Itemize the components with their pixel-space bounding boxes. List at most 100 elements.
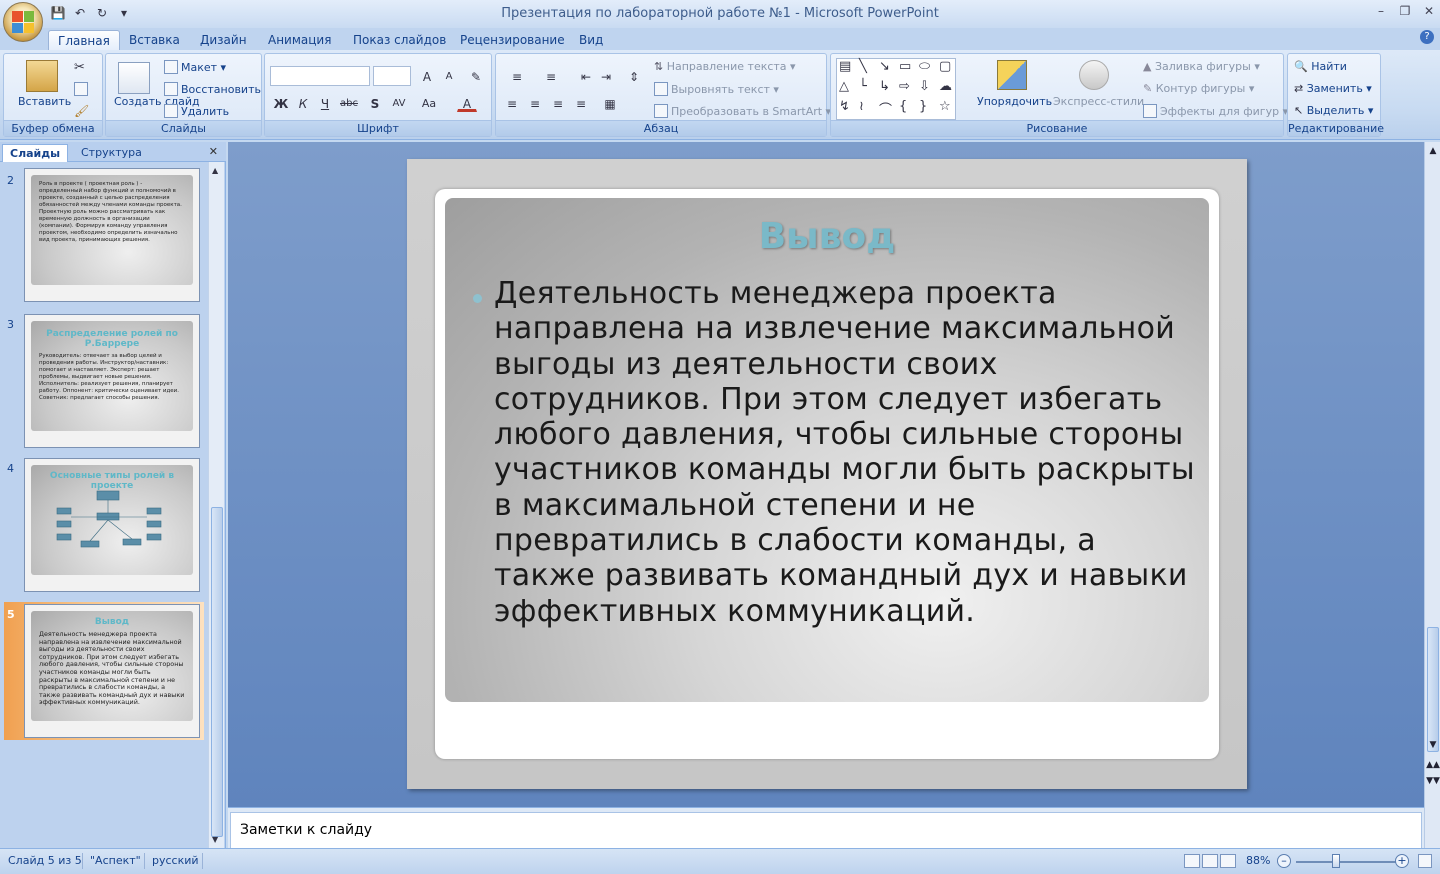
shapes-gallery[interactable]: ▤ ╲ ↘ ▭ ⬭ ▢ △ └ ↳ ⇨ ⇩ ☁ ↯ ≀ ⌒ { } ☆ — [836, 58, 956, 120]
right-brace-shape-icon[interactable]: } — [919, 99, 927, 114]
reset-button[interactable]: Восстановить — [164, 82, 261, 96]
elbow-arrow-shape-icon[interactable]: ↳ — [879, 79, 890, 94]
lightning-shape-icon[interactable]: ↯ — [839, 99, 850, 114]
slide-thumbnail-5[interactable]: Вывод Деятельность менеджера проекта нап… — [24, 604, 200, 738]
italic-button[interactable]: К — [293, 94, 313, 112]
slide-thumbnail-2[interactable]: Роль в проекте ( проектная роль ) - опре… — [24, 168, 200, 302]
oval-shape-icon[interactable]: ⬭ — [919, 59, 930, 74]
thumbnail-scrollbar[interactable]: ▲ ▼ — [208, 162, 224, 848]
shape-fill-button[interactable]: ▲ Заливка фигуры ▾ — [1143, 60, 1260, 73]
align-text-button[interactable]: Выровнять текст ▾ — [654, 82, 779, 96]
align-right-icon[interactable]: ≡ — [548, 94, 568, 112]
editor-scrollbar[interactable]: ▲ ▼ ▲▲ ▼▼ — [1424, 142, 1440, 848]
zoom-slider[interactable] — [1296, 861, 1396, 863]
align-left-icon[interactable]: ≡ — [502, 94, 522, 112]
bullets-icon[interactable]: ≡ — [502, 67, 532, 85]
zoom-level[interactable]: 88% — [1246, 854, 1270, 867]
font-color-button[interactable]: A — [457, 94, 477, 112]
tab-outline[interactable]: Структура — [74, 144, 149, 162]
slideshow-view-icon[interactable] — [1220, 854, 1236, 868]
scroll-up-icon[interactable]: ▲ — [212, 166, 218, 175]
textbox-shape-icon[interactable]: ▤ — [839, 59, 851, 74]
select-button[interactable]: ↖ Выделить ▾ — [1294, 104, 1373, 117]
grow-font-button[interactable]: A — [417, 67, 437, 85]
char-spacing-button[interactable]: AV — [389, 94, 409, 112]
underline-button[interactable]: Ч — [315, 94, 335, 112]
slide-thumbnail-4[interactable]: Основные типы ролей в проекте — [24, 458, 200, 592]
quick-styles-button[interactable]: Экспресс-стили — [1053, 95, 1144, 108]
tab-insert[interactable]: Вставка — [120, 30, 189, 50]
arrange-button[interactable]: Упорядочить — [977, 95, 1052, 108]
increase-indent-icon[interactable]: ⇥ — [596, 67, 616, 85]
tab-slideshow[interactable]: Показ слайдов — [344, 30, 455, 50]
delete-slide-button[interactable]: Удалить — [164, 104, 229, 118]
rectangle-shape-icon[interactable]: ▭ — [899, 59, 911, 74]
callout-shape-icon[interactable]: ☁ — [939, 79, 952, 94]
arc-shape-icon[interactable]: ⌒ — [879, 99, 892, 118]
replace-button[interactable]: ⇄ Заменить ▾ — [1294, 82, 1372, 95]
scrollbar-thumb[interactable] — [1427, 627, 1439, 752]
slide-thumbnail-3[interactable]: Распределение ролей по Р.Баррере Руковод… — [24, 314, 200, 448]
format-painter-icon[interactable]: 🖌 — [74, 104, 89, 118]
elbow-connector-shape-icon[interactable]: └ — [859, 79, 867, 94]
copy-icon[interactable] — [74, 82, 91, 96]
right-arrow-shape-icon[interactable]: ⇨ — [899, 79, 910, 94]
shrink-font-button[interactable]: A — [439, 67, 459, 85]
clear-format-icon[interactable]: ✎ — [466, 67, 486, 85]
tab-view[interactable]: Вид — [570, 30, 612, 50]
justify-icon[interactable]: ≡ — [571, 94, 591, 112]
line-shape-icon[interactable]: ╲ — [859, 59, 867, 74]
down-arrow-shape-icon[interactable]: ⇩ — [919, 79, 930, 94]
decrease-indent-icon[interactable]: ⇤ — [576, 67, 596, 85]
normal-view-icon[interactable] — [1184, 854, 1200, 868]
zoom-out-icon[interactable]: – — [1277, 854, 1291, 868]
triangle-shape-icon[interactable]: △ — [839, 79, 849, 94]
arrow-line-shape-icon[interactable]: ↘ — [879, 59, 890, 74]
shape-effects-button[interactable]: Эффекты для фигур ▾ — [1143, 104, 1288, 118]
paste-button[interactable]: Вставить — [18, 95, 71, 108]
font-name-combo[interactable] — [270, 66, 370, 86]
line-spacing-icon[interactable]: ⇕ — [620, 67, 648, 85]
slide-body-text[interactable]: Деятельность менеджера проекта направлен… — [494, 276, 1204, 629]
next-slide-icon[interactable]: ▼▼ — [1425, 776, 1440, 786]
scrollbar-thumb[interactable] — [211, 507, 223, 837]
star-shape-icon[interactable]: ☆ — [939, 99, 951, 114]
pane-close-icon[interactable]: ✕ — [209, 145, 218, 158]
find-button[interactable]: 🔍 Найти — [1294, 60, 1347, 73]
rounded-rect-shape-icon[interactable]: ▢ — [939, 59, 951, 74]
notes-input[interactable]: Заметки к слайду — [230, 812, 1422, 849]
columns-icon[interactable]: ▦ — [596, 94, 624, 112]
change-case-button[interactable]: Aa — [419, 94, 439, 112]
strikethrough-button[interactable]: abc — [339, 94, 359, 112]
numbering-icon[interactable]: ≡ — [536, 67, 566, 85]
text-direction-button[interactable]: ⇅ Направление текста ▾ — [654, 60, 796, 73]
shadow-button[interactable]: S — [365, 94, 385, 112]
tab-review[interactable]: Рецензирование — [451, 30, 574, 50]
previous-slide-icon[interactable]: ▲▲ — [1425, 760, 1440, 770]
curve-shape-icon[interactable]: ≀ — [859, 99, 864, 114]
close-icon[interactable]: ✕ — [1422, 4, 1436, 18]
help-icon[interactable]: ? — [1420, 30, 1434, 44]
language[interactable]: русский — [152, 854, 199, 867]
slide-canvas[interactable]: Вывод Деятельность менеджера проекта нап… — [407, 159, 1247, 789]
slide-sorter-icon[interactable] — [1202, 854, 1218, 868]
tab-slides[interactable]: Слайды — [2, 144, 69, 162]
tab-design[interactable]: Дизайн — [191, 30, 256, 50]
scroll-down-icon[interactable]: ▼ — [1425, 740, 1440, 750]
left-brace-shape-icon[interactable]: { — [899, 99, 907, 114]
scroll-down-icon[interactable]: ▼ — [212, 835, 218, 844]
zoom-slider-handle[interactable] — [1332, 854, 1340, 868]
office-button[interactable] — [3, 2, 43, 42]
smartart-button[interactable]: Преобразовать в SmartArt ▾ — [654, 104, 831, 118]
zoom-in-icon[interactable]: + — [1395, 854, 1409, 868]
bold-button[interactable]: Ж — [271, 94, 291, 112]
shape-outline-button[interactable]: ✎ Контур фигуры ▾ — [1143, 82, 1254, 95]
align-center-icon[interactable]: ≡ — [525, 94, 545, 112]
restore-icon[interactable]: ❐ — [1398, 4, 1412, 18]
tab-animation[interactable]: Анимация — [259, 30, 340, 50]
font-size-combo[interactable] — [373, 66, 411, 86]
scroll-up-icon[interactable]: ▲ — [1425, 146, 1440, 156]
slide-title[interactable]: Вывод — [445, 216, 1209, 257]
fit-to-window-icon[interactable] — [1418, 854, 1432, 868]
layout-button[interactable]: Макет ▾ — [164, 60, 226, 74]
